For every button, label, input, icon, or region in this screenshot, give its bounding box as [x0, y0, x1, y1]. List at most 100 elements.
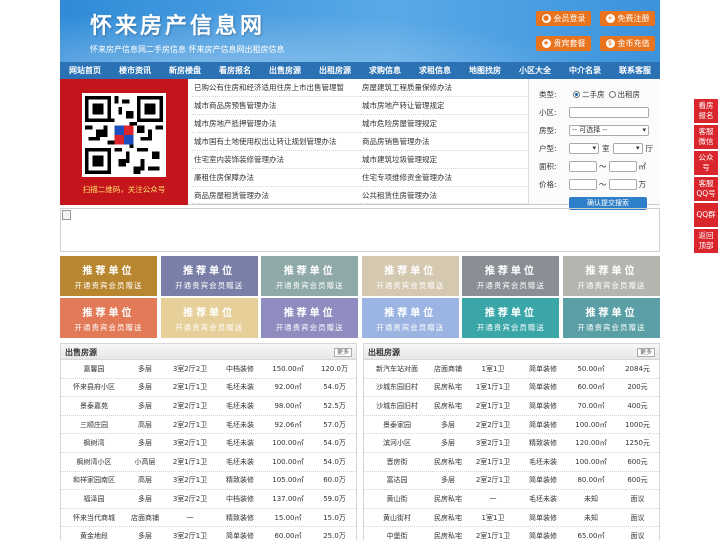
nav-viewing-signup[interactable]: 看房报名	[210, 62, 260, 79]
login-button[interactable]: ● 会员登录	[536, 11, 591, 26]
policy-link[interactable]: 住宅室内装饰装修管理办法	[192, 151, 360, 169]
policy-link[interactable]: 商品房屋租赁管理办法	[192, 187, 360, 204]
house-type-select[interactable]: -- 可选择 --	[569, 124, 649, 136]
radio-secondhand[interactable]	[573, 90, 580, 98]
area-min-input[interactable]	[569, 160, 597, 172]
recommend-tile[interactable]: 推荐单位 开通贵宾会员赠送	[462, 256, 560, 296]
side-service-wechat[interactable]: 客服微信	[694, 125, 718, 149]
listing-cell[interactable]: 福泽园	[61, 494, 127, 504]
listing-row[interactable]: 沙城东园旧村 民房私宅 1室1厅1卫 简单装修 60.00㎡ 200元	[364, 379, 659, 398]
listing-cell[interactable]: 和祥家园南区	[61, 475, 127, 485]
community-input[interactable]	[569, 106, 649, 118]
listing-cell[interactable]: 沙城东园旧村	[364, 382, 430, 392]
listing-row[interactable]: 和祥家园南区 高层 3室2厅1卫 精致装修 105.00㎡ 60.0万	[61, 472, 356, 491]
recommend-tile[interactable]: 推荐单位 开通贵宾会员赠送	[261, 256, 359, 296]
nav-wanted-rent[interactable]: 求租信息	[410, 62, 460, 79]
register-button[interactable]: + 免费注册	[600, 11, 655, 26]
listing-row[interactable]: 枫树湾小区 小高层 2室1厅1卫 毛坯未装 100.00㎡ 54.0万	[61, 453, 356, 472]
recommend-tile[interactable]: 推荐单位 开通贵宾会员赠送	[462, 298, 560, 338]
listing-cell[interactable]: 新汽车站对面	[364, 364, 430, 374]
listing-row[interactable]: 黄山街 民房私宅 一 毛坯未装 未知 面议	[364, 490, 659, 509]
recommend-tile[interactable]: 推荐单位 开通贵宾会员赠送	[160, 298, 258, 338]
halls-select[interactable]	[612, 142, 643, 154]
ad-banner[interactable]	[60, 208, 660, 252]
listing-row[interactable]: 怀来县府小区 多层 2室1厅1卫 毛坯未装 92.00㎡ 54.0万	[61, 379, 356, 398]
nav-contact[interactable]: 联系客服	[610, 62, 660, 79]
listing-cell[interactable]: 景泰家园	[364, 420, 430, 430]
listing-row[interactable]: 新汽车站对面 店面商铺 1室1卫 简单装修 50.00㎡ 2084元	[364, 360, 659, 379]
listing-row[interactable]: 滨河小区 多层 3室2厅1卫 精致装修 120.00㎡ 1250元	[364, 434, 659, 453]
listing-cell[interactable]: 黄金地段	[61, 531, 127, 540]
policy-link[interactable]: 已购公有住房和经济适用住房上市出售管理暂	[192, 79, 360, 97]
nav-for-sale[interactable]: 出售房源	[260, 62, 310, 79]
listing-cell[interactable]: 黄山街村	[364, 513, 430, 523]
recommend-tile[interactable]: 推荐单位 开通贵宾会员赠送	[160, 256, 258, 296]
listing-cell[interactable]: 怀来县府小区	[61, 382, 127, 392]
listing-row[interactable]: 三顺庄园 高层 2室2厅1卫 毛坯未装 92.06㎡ 57.0万	[61, 416, 356, 435]
listing-row[interactable]: 嘉馨园 多层 3室2厅2卫 中档装修 150.00㎡ 120.0万	[61, 360, 356, 379]
policy-link[interactable]: 廉租住房保障办法	[192, 169, 360, 187]
listing-cell[interactable]: 怀来当代商城	[61, 513, 127, 523]
listing-row[interactable]: 景泰嘉苑 多层 2室2厅1卫 毛坯未装 98.00㎡ 52.5万	[61, 397, 356, 416]
listing-cell[interactable]: 枫树湾	[61, 438, 127, 448]
area-max-input[interactable]	[608, 160, 637, 172]
nav-news[interactable]: 楼市资讯	[110, 62, 160, 79]
sale-more-button[interactable]: 更多	[333, 348, 352, 357]
policy-link[interactable]: 城市房地产转让管理规定	[360, 97, 528, 115]
recommend-tile[interactable]: 推荐单位 开通贵宾会员赠送	[361, 256, 459, 296]
recommend-tile[interactable]: 推荐单位 开通贵宾会员赠送	[562, 298, 660, 338]
policy-link[interactable]: 商品房销售管理办法	[360, 133, 528, 151]
recommend-tile[interactable]: 推荐单位 开通贵宾会员赠送	[562, 256, 660, 296]
listing-cell[interactable]: 晋房街	[364, 457, 430, 467]
listing-cell[interactable]: 富达园	[364, 475, 430, 485]
listing-cell[interactable]: 中堡街	[364, 531, 430, 540]
policy-link[interactable]: 城市建筑垃圾管理规定	[360, 151, 528, 169]
side-back-to-top[interactable]: 返回顶部	[694, 229, 718, 253]
nav-map-search[interactable]: 地图找房	[460, 62, 510, 79]
nav-wanted-buy[interactable]: 求购信息	[360, 62, 410, 79]
listing-cell[interactable]: 沙城东园旧村	[364, 401, 430, 411]
nav-communities[interactable]: 小区大全	[510, 62, 560, 79]
policy-link[interactable]: 城市商品房预售管理办法	[192, 97, 360, 115]
listing-cell[interactable]: 三顺庄园	[61, 420, 127, 430]
vip-package-button[interactable]: ★ 贵宾套餐	[536, 36, 591, 51]
listing-row[interactable]: 景泰家园 多层 2室2厅1卫 简单装修 100.00㎡ 1000元	[364, 416, 659, 435]
coin-recharge-button[interactable]: $ 金币充值	[600, 36, 655, 51]
policy-link[interactable]: 城市国有土地使用权出让转让规划管理办法	[192, 133, 360, 151]
listing-cell[interactable]: 枫树湾小区	[61, 457, 127, 467]
recommend-tile[interactable]: 推荐单位 开通贵宾会员赠送	[261, 298, 359, 338]
listing-row[interactable]: 怀来当代商城 店面商铺 一 精致装修 15.00㎡ 15.0万	[61, 509, 356, 528]
rooms-select[interactable]	[569, 142, 599, 154]
listing-row[interactable]: 沙城东园旧村 民房私宅 2室1厅1卫 简单装修 70.00㎡ 400元	[364, 397, 659, 416]
policy-link[interactable]: 住宅专项维修资金管理办法	[360, 169, 528, 187]
recommend-tile[interactable]: 推荐单位 开通贵宾会员赠送	[361, 298, 459, 338]
nav-new-homes[interactable]: 新房楼盘	[160, 62, 210, 79]
price-max-input[interactable]	[608, 178, 637, 190]
listing-cell[interactable]: 景泰嘉苑	[61, 401, 127, 411]
listing-row[interactable]: 枫树湾 多层 3室2厅1卫 毛坯未装 100.00㎡ 54.0万	[61, 434, 356, 453]
policy-link[interactable]: 房屋建筑工程质量保修办法	[360, 79, 528, 97]
side-qq-group[interactable]: QQ群	[694, 203, 718, 227]
side-viewing-signup[interactable]: 看房报名	[694, 99, 718, 123]
radio-rental[interactable]	[608, 90, 616, 98]
rent-more-button[interactable]: 更多	[636, 348, 655, 357]
listing-cell[interactable]: 滨河小区	[364, 438, 430, 448]
nav-home[interactable]: 网站首页	[60, 62, 110, 79]
listing-row[interactable]: 富达园 多层 2室2厅1卫 简单装修 80.00㎡ 600元	[364, 472, 659, 491]
policy-link[interactable]: 公共租赁住房管理办法	[360, 187, 528, 204]
policy-link[interactable]: 城市房地产抵押管理办法	[192, 115, 360, 133]
listing-row[interactable]: 晋房街 民房私宅 2室1厅1卫 毛坯未装 100.00㎡ 600元	[364, 453, 659, 472]
listing-row[interactable]: 中堡街 民房私宅 2室1厅1卫 简单装修 65.00㎡ 面议	[364, 527, 659, 540]
nav-for-rent[interactable]: 出租房源	[310, 62, 360, 79]
listing-row[interactable]: 黄金地段 多层 3室2厅1卫 简单装修 60.00㎡ 25.0万	[61, 527, 356, 540]
policy-link[interactable]: 城市危险房屋管理规定	[360, 115, 528, 133]
site-title[interactable]: 怀来房产信息网	[90, 8, 265, 40]
listing-cell[interactable]: 嘉馨园	[61, 364, 127, 374]
price-min-input[interactable]	[569, 178, 597, 190]
listing-cell[interactable]: 黄山街	[364, 494, 430, 504]
side-official-account[interactable]: 公众号	[694, 151, 718, 175]
recommend-tile[interactable]: 推荐单位 开通贵宾会员赠送	[60, 298, 157, 338]
listing-row[interactable]: 黄山街村 民房私宅 1室1卫 简单装修 未知 面议	[364, 509, 659, 528]
recommend-tile[interactable]: 推荐单位 开通贵宾会员赠送	[60, 256, 157, 296]
listing-row[interactable]: 福泽园 多层 3室2厅2卫 中档装修 137.00㎡ 59.0万	[61, 490, 356, 509]
